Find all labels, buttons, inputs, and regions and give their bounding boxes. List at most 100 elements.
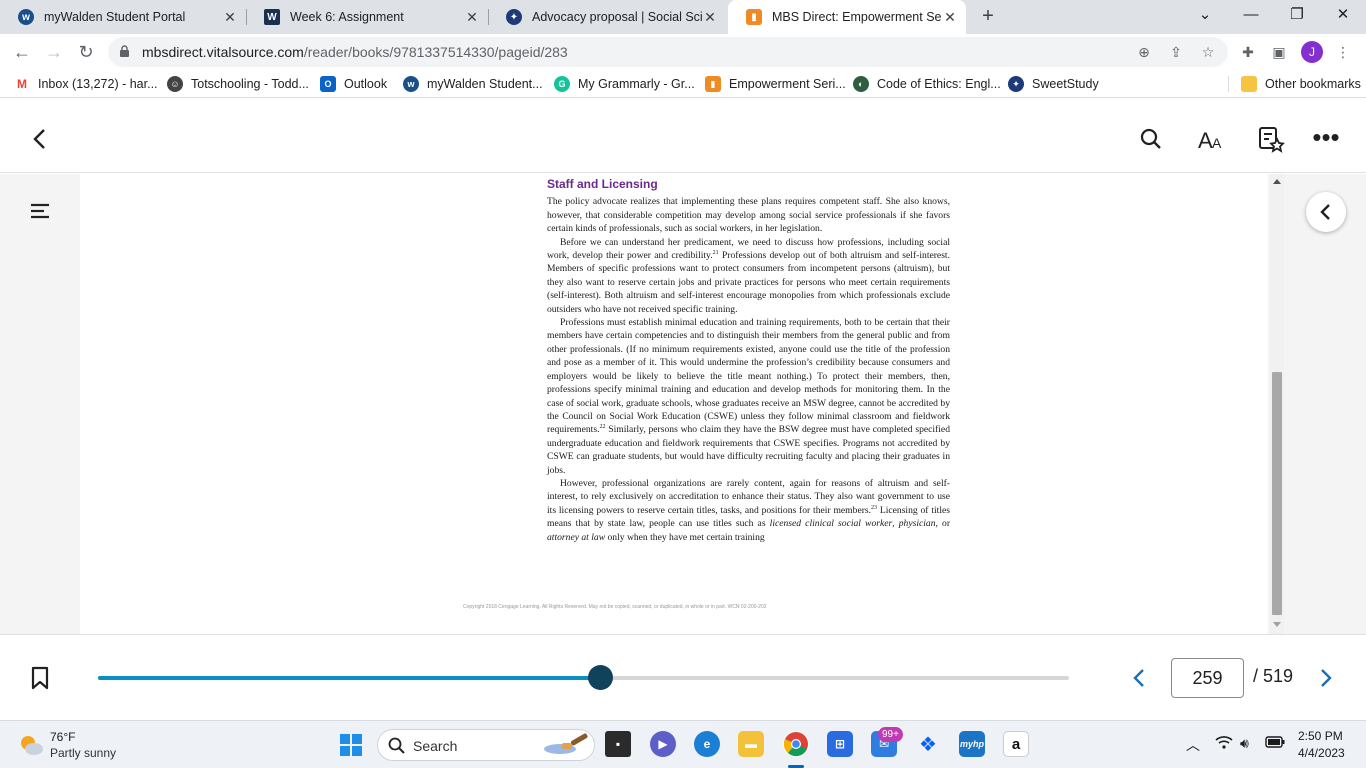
grammarly-icon: G [554, 76, 570, 92]
totschooling-icon: ☺ [167, 76, 183, 92]
collapse-panel-button[interactable] [1306, 192, 1346, 232]
close-icon[interactable]: ✕ [942, 9, 958, 26]
close-icon[interactable]: ✕ [222, 9, 238, 26]
reload-icon[interactable]: ↻ [74, 40, 98, 64]
sweetstudy-icon: ✦ [506, 9, 522, 25]
page-progress-handle[interactable] [588, 665, 614, 690]
bookmark-outlook[interactable]: O Outlook [320, 76, 387, 92]
back-chevron-icon[interactable] [26, 125, 54, 153]
text-run: , or [935, 518, 951, 530]
close-icon[interactable]: ✕ [702, 9, 718, 26]
scrollbar-thumb[interactable] [1272, 372, 1282, 615]
bookmark-totschooling[interactable]: ☺ Totschooling - Todd... [167, 76, 309, 92]
bookmark-sweetstudy[interactable]: ✦ SweetStudy [1008, 76, 1099, 92]
taskbar-search-box[interactable]: Search [377, 729, 595, 761]
other-bookmarks[interactable]: Other bookmarks [1228, 76, 1361, 92]
address-bar[interactable]: mbsdirect.vitalsource.com/reader/books/9… [108, 37, 1228, 67]
mbs-direct-icon: ▮ [705, 76, 721, 92]
edge-browser-icon[interactable]: e [694, 731, 720, 757]
close-icon[interactable]: ✕ [464, 9, 480, 26]
nasw-icon: ◐ [853, 76, 869, 92]
previous-page-icon[interactable] [1127, 664, 1151, 692]
weather-partly-sunny-icon[interactable] [17, 732, 45, 763]
svg-text:A: A [1198, 128, 1213, 153]
body-paragraph: Professions must establish minimal educa… [547, 316, 950, 477]
reader-footer: 259 / 519 [0, 634, 1366, 720]
page-number-input[interactable]: 259 [1171, 658, 1244, 698]
bookmarks-bar: M Inbox (13,272) - har... ☺ Totschooling -… [0, 70, 1366, 98]
side-panel-icon[interactable]: ▣ [1270, 43, 1288, 61]
profile-avatar[interactable]: J [1301, 41, 1323, 63]
task-view-icon[interactable]: ▪ [605, 731, 631, 757]
notes-star-icon[interactable] [1257, 125, 1285, 153]
back-arrow-icon[interactable]: ← [10, 40, 34, 64]
mail-unread-badge: 99+ [878, 727, 903, 742]
bookmark-mywalden[interactable]: w myWalden Student... [403, 76, 543, 92]
weather-temperature: 76°F [50, 730, 76, 744]
bookmark-code-of-ethics[interactable]: ◐ Code of Ethics: Engl... [853, 76, 1001, 92]
folder-icon [1241, 76, 1257, 92]
forward-arrow-icon[interactable]: → [42, 40, 66, 64]
bookmark-grammarly[interactable]: G My Grammarly - Gr... [554, 76, 695, 92]
book-page: Staff and Licensing The policy advocate … [80, 174, 1268, 634]
clock-date[interactable]: 4/4/2023 [1298, 746, 1345, 760]
section-heading: Staff and Licensing [547, 177, 658, 191]
volume-icon[interactable]: 🔊︎ [1240, 735, 1249, 752]
text-run: Similarly, persons who claim they have t… [547, 424, 950, 476]
teams-chat-icon[interactable]: ▶ [650, 731, 676, 757]
microsoft-store-icon[interactable]: ⊞ [827, 731, 853, 757]
extensions-puzzle-icon[interactable]: ✚ [1239, 43, 1257, 61]
window-close-icon[interactable]: ✕ [1320, 0, 1366, 34]
tab-mbs-direct[interactable]: ▮ MBS Direct: Empowerment Series ✕ [728, 0, 966, 34]
body-paragraphs: The policy advocate realizes that implem… [547, 195, 950, 544]
reader-header: AA ••• [0, 103, 1366, 173]
tab-advocacy-proposal[interactable]: ✦ Advocacy proposal | Social Scienc ✕ [488, 0, 726, 34]
browser-menu-icon[interactable]: ⋮ [1334, 43, 1352, 61]
restore-icon[interactable]: ❐ [1274, 0, 1320, 34]
more-options-icon[interactable]: ••• [1312, 124, 1340, 153]
sweetstudy-icon: ✦ [1008, 76, 1024, 92]
zoom-icon[interactable]: ⊕ [1135, 43, 1153, 61]
page-content: Staff and Licensing The policy advocate … [547, 177, 950, 544]
search-highlight-paintbrush-icon [544, 733, 588, 754]
reading-area: Staff and Licensing The policy advocate … [0, 174, 1366, 634]
tab-mywalden-portal[interactable]: w myWalden Student Portal ✕ [0, 0, 246, 34]
page-progress-slider[interactable] [98, 676, 1069, 680]
tab-search-chevron-icon[interactable]: ⌄ [1182, 0, 1228, 34]
scroll-up-arrow-icon[interactable] [1273, 179, 1281, 184]
page-progress-fill [98, 676, 601, 680]
share-icon[interactable]: ⇪ [1167, 43, 1185, 61]
show-hidden-icons-chevron[interactable]: ︿ [1186, 735, 1200, 755]
text-run: The policy advocate realizes that implem… [547, 196, 950, 235]
minimize-icon[interactable]: — [1228, 0, 1274, 34]
new-tab-button[interactable]: + [976, 4, 1000, 28]
amazon-icon[interactable]: a [1003, 731, 1029, 757]
search-icon[interactable] [1137, 125, 1165, 153]
italic-term: licensed clinical social worker [769, 518, 893, 530]
clock-time[interactable]: 2:50 PM [1298, 729, 1343, 743]
next-page-icon[interactable] [1314, 664, 1338, 692]
bookmark-empowerment[interactable]: ▮ Empowerment Seri... [705, 76, 846, 92]
wifi-icon[interactable] [1215, 735, 1233, 752]
bookmark-star-icon[interactable]: ☆ [1199, 43, 1217, 61]
mbs-direct-icon: ▮ [746, 9, 762, 25]
outlook-icon: O [320, 76, 336, 92]
chrome-browser-icon[interactable] [783, 731, 809, 757]
dropbox-icon[interactable]: ❖ [915, 731, 941, 757]
search-icon [388, 737, 405, 754]
bookmark-page-icon[interactable] [30, 666, 50, 695]
windows-start-icon[interactable] [340, 734, 362, 761]
vertical-scrollbar[interactable] [1270, 174, 1284, 634]
text-run: only when they have met certain training [605, 531, 765, 543]
battery-icon[interactable] [1265, 735, 1285, 751]
file-explorer-icon[interactable]: ▬ [738, 731, 764, 757]
svg-text:A: A [1212, 135, 1222, 151]
text-size-icon[interactable]: AA [1197, 125, 1225, 153]
italic-term: attorney at law [547, 531, 606, 543]
scroll-down-arrow-icon[interactable] [1273, 622, 1281, 627]
table-of-contents-menu-icon[interactable] [30, 202, 50, 220]
myhp-icon[interactable]: myhp [959, 731, 985, 757]
bookmark-inbox[interactable]: M Inbox (13,272) - har... [14, 76, 158, 92]
tab-week6-assignment[interactable]: W Week 6: Assignment ✕ [246, 0, 488, 34]
gmail-icon: M [17, 77, 27, 91]
